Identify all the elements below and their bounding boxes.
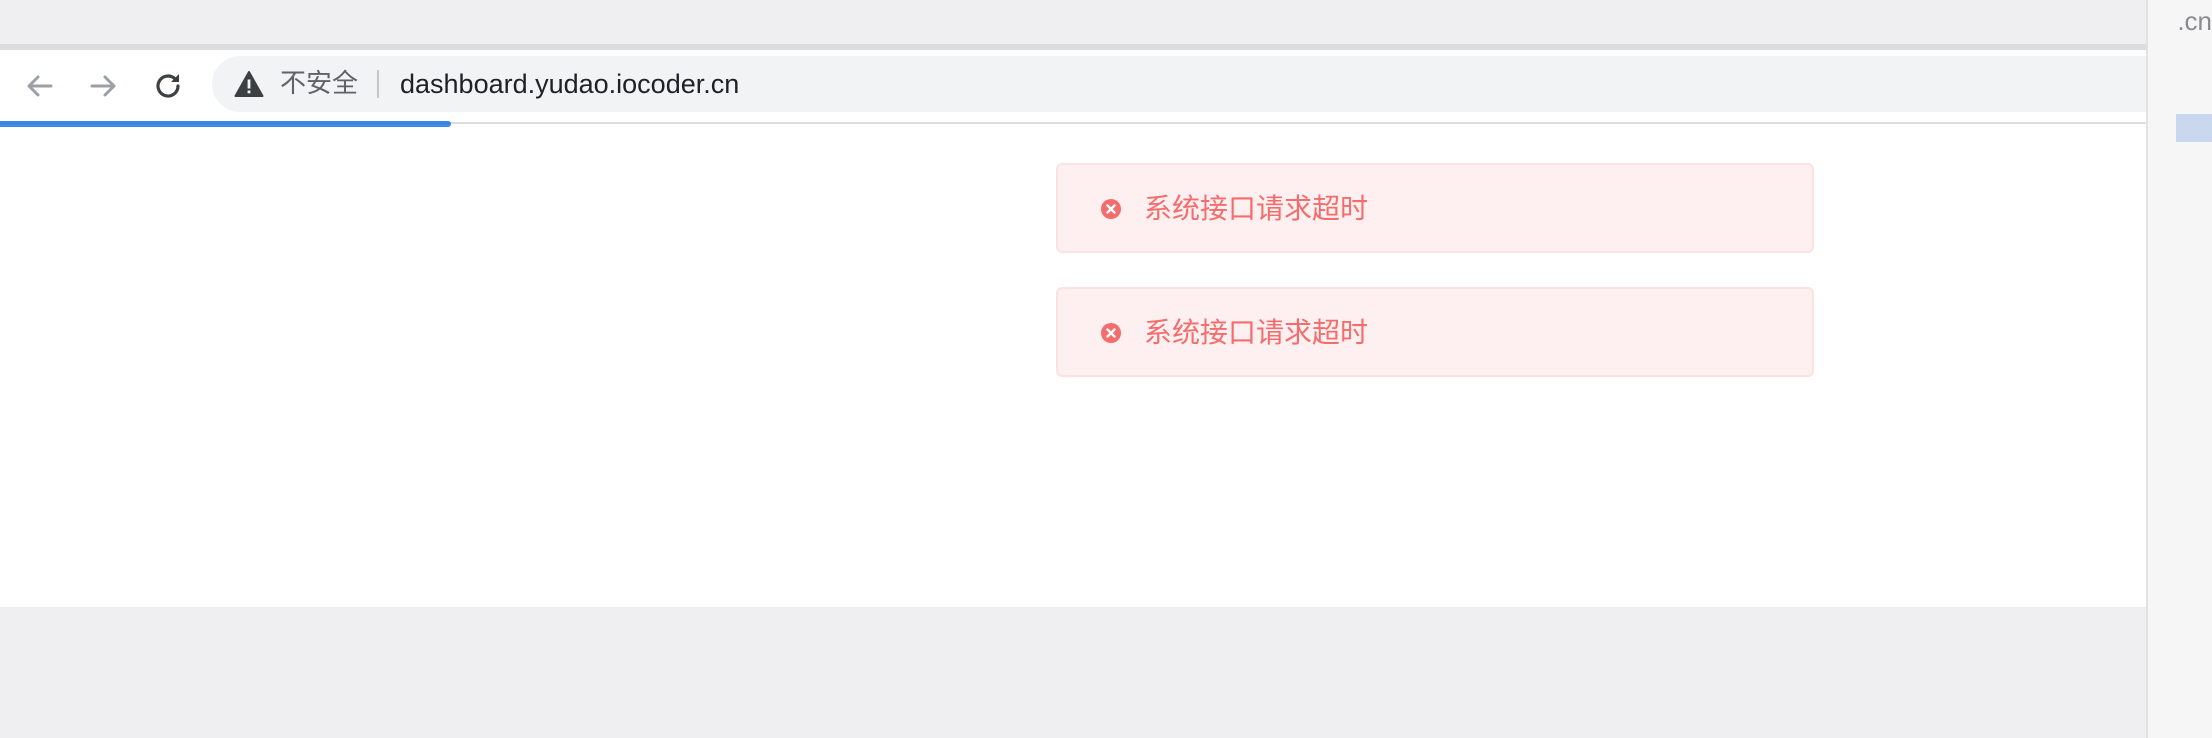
adjacent-window-url: .cn <box>2177 6 2212 36</box>
page-loading-progress <box>0 121 451 127</box>
window-background <box>0 607 2146 738</box>
error-message: 系统接口请求超时 <box>1056 163 1814 253</box>
warning-icon <box>234 71 264 97</box>
arrow-left-icon <box>27 75 53 97</box>
error-circle-icon <box>1101 199 1121 219</box>
adjacent-window-selection <box>2176 114 2212 142</box>
error-message-text: 系统接口请求超时 <box>1144 316 1369 349</box>
reload-icon <box>156 74 180 98</box>
tab-strip <box>0 0 2146 44</box>
reload-button[interactable] <box>148 66 188 106</box>
url-text[interactable]: dashboard.yudao.iocoder.cn <box>400 68 739 100</box>
forward-button[interactable] <box>83 66 123 106</box>
browser-window: 不安全 dashboard.yudao.iocoder.cn 系统接口请求超时 … <box>0 0 2212 738</box>
error-message: 系统接口请求超时 <box>1056 287 1814 377</box>
address-bar[interactable]: 不安全 dashboard.yudao.iocoder.cn <box>212 56 2146 112</box>
adjacent-window: .cn <box>2146 0 2212 738</box>
arrow-right-icon <box>90 75 116 97</box>
error-message-text: 系统接口请求超时 <box>1144 192 1369 225</box>
back-button[interactable] <box>20 66 60 106</box>
security-status-label[interactable]: 不安全 <box>280 68 358 100</box>
error-circle-icon <box>1101 323 1121 343</box>
url-divider <box>377 70 379 98</box>
page-viewport: 系统接口请求超时 系统接口请求超时 <box>0 124 2146 607</box>
browser-toolbar: 不安全 dashboard.yudao.iocoder.cn <box>0 50 2146 124</box>
